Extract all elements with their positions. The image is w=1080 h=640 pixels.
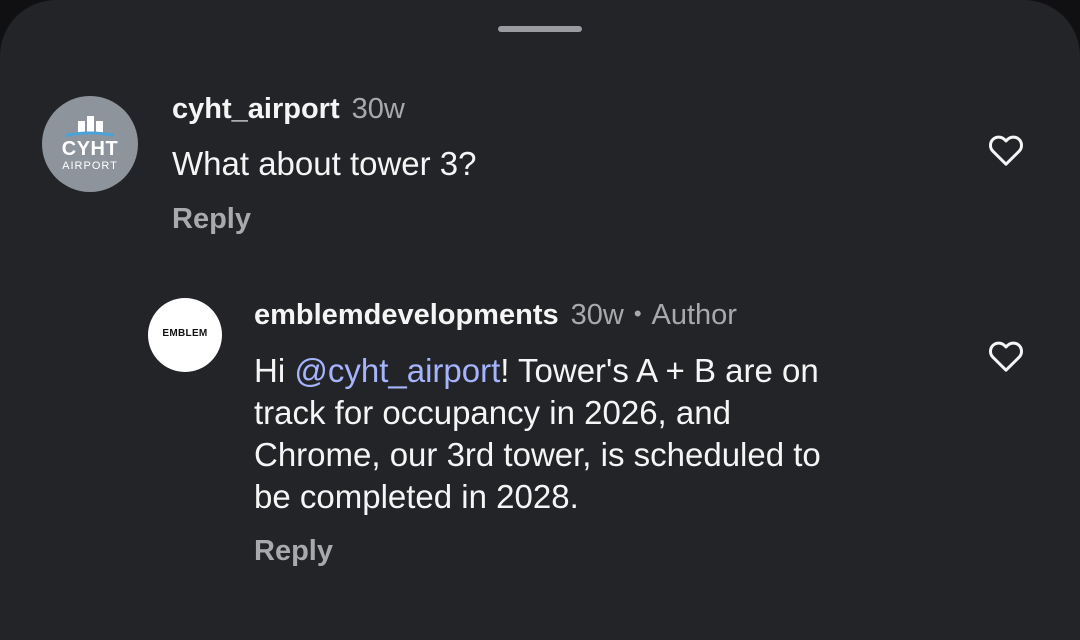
timestamp: 30w [570, 299, 624, 331]
comment-text-segment: ! Tower's A + B are on [500, 352, 819, 389]
comment-text-line: be completed in 2028. [254, 478, 579, 515]
heart-outline-icon[interactable] [984, 336, 1028, 376]
reply-button[interactable]: Reply [172, 203, 251, 236]
avatar-logo-text: EMBLEM [162, 328, 208, 339]
timestamp: 30w [351, 93, 405, 125]
comments-sheet: CYHT AIRPORT cyht_airport 30w What about … [0, 0, 1080, 640]
comment-text-line: track for occupancy in 2026, and [254, 394, 731, 431]
greeting-text: Hi [254, 352, 295, 389]
avatar[interactable]: CYHT AIRPORT [42, 96, 138, 192]
reply-button[interactable]: Reply [254, 535, 333, 568]
mention-link[interactable]: @cyht_airport [294, 352, 500, 389]
drag-handle[interactable] [498, 26, 582, 32]
comment-text-line: Hi @cyht_airport! Tower's A + B are on [254, 350, 821, 392]
comment-text-line: Chrome, our 3rd tower, is scheduled to [254, 436, 821, 473]
avatar-logo-text: CYHT [61, 138, 119, 160]
comment-header: emblemdevelopments 30w • Author [254, 297, 737, 335]
comment-header: cyht_airport 30w [172, 91, 405, 127]
separator-dot: • [633, 301, 642, 326]
comment-text: Hi @cyht_airport! Tower's A + B are on t… [254, 350, 821, 518]
username[interactable]: cyht_airport [172, 93, 340, 125]
heart-outline-icon[interactable] [984, 130, 1028, 170]
username[interactable]: emblemdevelopments [254, 299, 559, 331]
comment-text: What about tower 3? [172, 145, 477, 182]
avatar[interactable]: EMBLEM [148, 298, 222, 372]
avatar-logo-subtext: AIRPORT [62, 160, 118, 172]
author-badge: Author [651, 299, 737, 331]
